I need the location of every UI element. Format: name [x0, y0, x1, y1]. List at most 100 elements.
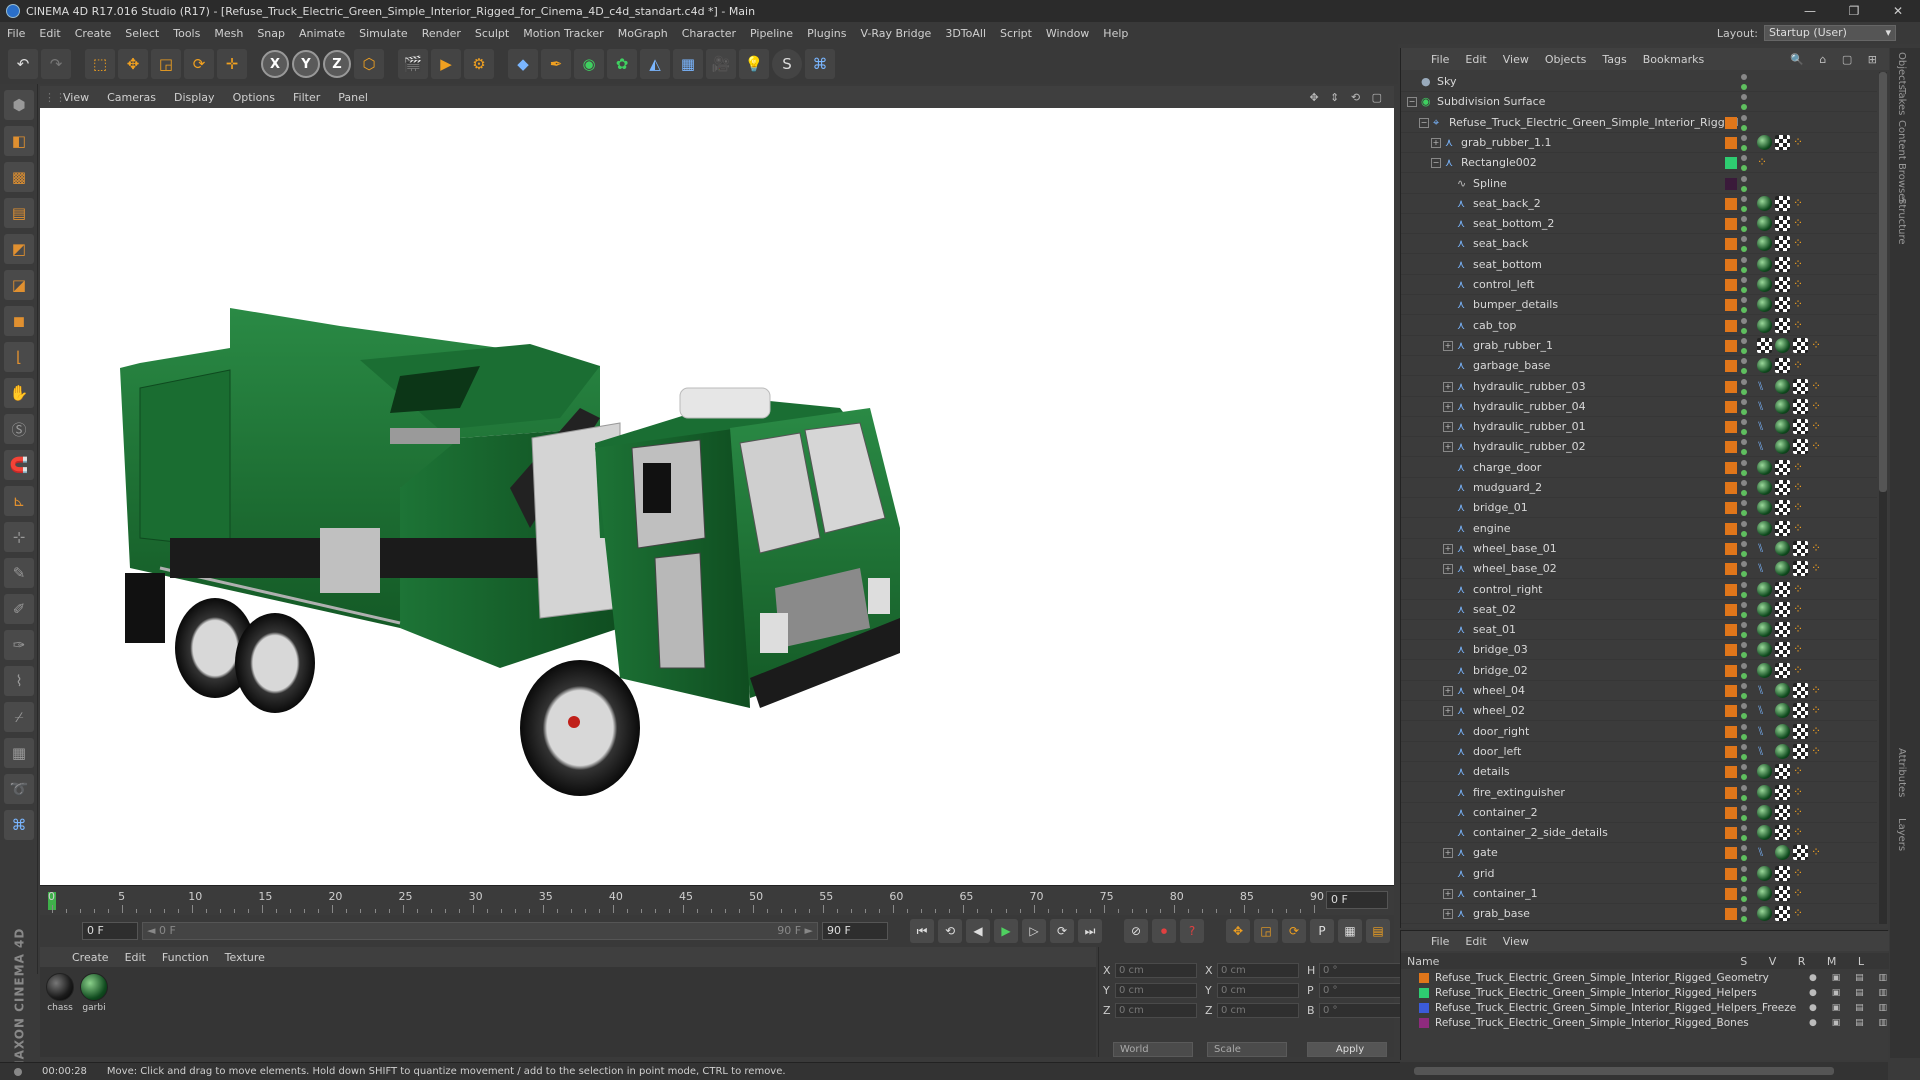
material-swatch[interactable]: garbi — [80, 973, 108, 1013]
side-tab-objects[interactable]: Objects — [1896, 52, 1907, 90]
object-menu-file[interactable]: File — [1423, 53, 1457, 66]
object-menu-objects[interactable]: Objects — [1537, 53, 1595, 66]
texture-tag-icon[interactable] — [1793, 723, 1808, 739]
texture-tag-icon[interactable] — [1775, 662, 1790, 678]
render-visibility-dot[interactable] — [1741, 165, 1747, 172]
editor-visibility-dot[interactable] — [1741, 114, 1747, 121]
material-tag-icon[interactable] — [1775, 845, 1790, 861]
layer-color-swatch[interactable] — [1725, 400, 1737, 413]
object-row[interactable]: ⋏ door_left ⑊ ⁘ — [1401, 742, 1877, 762]
render-visibility-dot[interactable] — [1741, 916, 1747, 923]
texture-tag-icon[interactable] — [1775, 581, 1790, 597]
render-visibility-dot[interactable] — [1741, 713, 1747, 720]
render-view-icon[interactable]: 🎬 — [398, 49, 428, 79]
selection-tag-icon[interactable]: ⁘ — [1793, 663, 1803, 678]
object-row[interactable]: ⋏ door_right ⑊ ⁘ — [1401, 722, 1877, 742]
subdivision-icon[interactable]: ◉ — [574, 49, 604, 79]
material-tag-icon[interactable] — [1775, 743, 1790, 759]
editor-visibility-dot[interactable] — [1741, 865, 1747, 872]
material-tag-icon[interactable] — [1757, 906, 1772, 922]
object-row[interactable]: + ⋏ wheel_02 ⑊ ⁘ — [1401, 701, 1877, 722]
layer-menu-view[interactable]: View — [1495, 935, 1537, 948]
layer-color-swatch[interactable] — [1725, 197, 1737, 210]
object-row[interactable]: ⋏ container_2 ⁘ — [1401, 803, 1877, 823]
layer-color-swatch[interactable] — [1725, 380, 1737, 393]
render-visibility-dot[interactable] — [1741, 327, 1747, 334]
render-visibility-dot[interactable] — [1741, 287, 1747, 293]
light-icon[interactable]: 💡 — [739, 49, 769, 79]
material-tag-icon[interactable] — [1757, 236, 1772, 252]
object-row[interactable]: ⋏ mudguard_2 ⁘ — [1401, 478, 1877, 498]
selection-tag-icon[interactable]: ⁘ — [1793, 642, 1803, 657]
texture-tag-icon[interactable] — [1793, 419, 1808, 435]
expand-toggle-icon[interactable]: − — [1431, 158, 1441, 169]
editor-visibility-dot[interactable] — [1741, 500, 1747, 507]
editor-visibility-dot[interactable] — [1741, 378, 1747, 385]
object-row[interactable]: ⋏ bridge_02 ⁘ — [1401, 661, 1877, 681]
material-tag-icon[interactable] — [1757, 459, 1772, 475]
texture-tag-icon[interactable] — [1775, 622, 1790, 638]
editor-visibility-dot[interactable] — [1741, 236, 1747, 243]
perspective-viewport[interactable] — [40, 108, 1394, 885]
render-visibility-dot[interactable] — [1741, 104, 1747, 111]
menu-edit[interactable]: Edit — [32, 27, 67, 40]
material-tag-icon[interactable] — [1757, 886, 1772, 901]
menu-file[interactable]: File — [0, 27, 32, 40]
ik-tag-icon[interactable]: ⑊ — [1757, 703, 1772, 718]
object-menu-tags[interactable]: Tags — [1594, 53, 1634, 66]
expand-toggle-icon[interactable]: + — [1443, 422, 1453, 433]
texture-tag-icon[interactable] — [1775, 804, 1790, 820]
ik-tag-icon[interactable]: ⑊ — [1757, 419, 1772, 434]
texture-tag-icon[interactable] — [1775, 601, 1790, 617]
layer-color-swatch[interactable] — [1725, 827, 1737, 840]
menu-window[interactable]: Window — [1039, 27, 1096, 40]
texture-tag-icon[interactable] — [1775, 216, 1790, 232]
layer-color-swatch[interactable] — [1725, 421, 1737, 434]
live-selection-icon[interactable]: ⬚ — [85, 49, 115, 79]
texture-tag-icon[interactable] — [1775, 784, 1790, 800]
render-visibility-dot[interactable] — [1741, 347, 1747, 354]
editor-visibility-dot[interactable] — [1741, 419, 1747, 426]
editor-visibility-dot[interactable] — [1741, 195, 1747, 202]
start-frame-field[interactable]: 0 F — [82, 922, 138, 940]
side-tab-takes[interactable]: Takes — [1896, 88, 1907, 115]
menu-animate[interactable]: Animate — [292, 27, 352, 40]
layer-color-swatch[interactable] — [1725, 299, 1737, 312]
key-parameter-icon[interactable]: P — [1310, 919, 1334, 943]
layer-color-swatch[interactable] — [1419, 1003, 1429, 1013]
side-tab-layers[interactable]: Layers — [1896, 818, 1907, 851]
editor-visibility-dot[interactable] — [1741, 764, 1747, 771]
ik-tag-icon[interactable]: ⑊ — [1757, 379, 1772, 394]
editor-visibility-dot[interactable] — [1741, 561, 1747, 568]
editor-visibility-dot[interactable] — [1741, 886, 1747, 892]
expand-toggle-icon[interactable]: + — [1443, 442, 1453, 453]
layer-color-swatch[interactable] — [1725, 745, 1737, 758]
texture-tag-icon[interactable] — [1775, 865, 1790, 881]
layer-color-swatch[interactable] — [1419, 988, 1429, 998]
object-row[interactable]: ⋏ seat_02 ⁘ — [1401, 600, 1877, 620]
editor-visibility-dot[interactable] — [1741, 94, 1747, 101]
editor-visibility-dot[interactable] — [1741, 642, 1747, 649]
menu-tools[interactable]: Tools — [166, 27, 207, 40]
material-tag-icon[interactable] — [1757, 622, 1772, 638]
selection-tag-icon[interactable]: ⁘ — [1811, 744, 1821, 759]
menu-mesh[interactable]: Mesh — [207, 27, 250, 40]
object-row[interactable]: ⋏ control_right ⁘ — [1401, 580, 1877, 600]
autokey-icon[interactable]: ? — [1180, 919, 1204, 943]
rotate-icon[interactable]: ⟳ — [184, 49, 214, 79]
texture-tag-icon[interactable] — [1775, 520, 1790, 536]
render-picture-viewer-icon[interactable]: ▶ — [431, 49, 461, 79]
floor-icon[interactable]: ▦ — [673, 49, 703, 79]
material-tag-icon[interactable] — [1775, 337, 1790, 353]
scrollbar-thumb[interactable] — [1414, 1067, 1834, 1075]
editor-visibility-dot[interactable] — [1741, 337, 1747, 344]
size-value-field[interactable]: 0 cm — [1217, 982, 1299, 998]
ik-tag-icon[interactable]: ⑊ — [1757, 845, 1772, 860]
selection-tag-icon[interactable]: ⁘ — [1793, 236, 1803, 251]
material-tag-icon[interactable] — [1757, 865, 1772, 881]
texture-tag-icon[interactable] — [1757, 337, 1772, 353]
render-visibility-dot[interactable] — [1741, 144, 1747, 151]
python-script-icon[interactable]: ⌘ — [4, 810, 34, 840]
layer-color-swatch[interactable] — [1725, 847, 1737, 860]
object-row[interactable]: + ⋏ grab_rubber_1 ⁘ — [1401, 336, 1877, 356]
